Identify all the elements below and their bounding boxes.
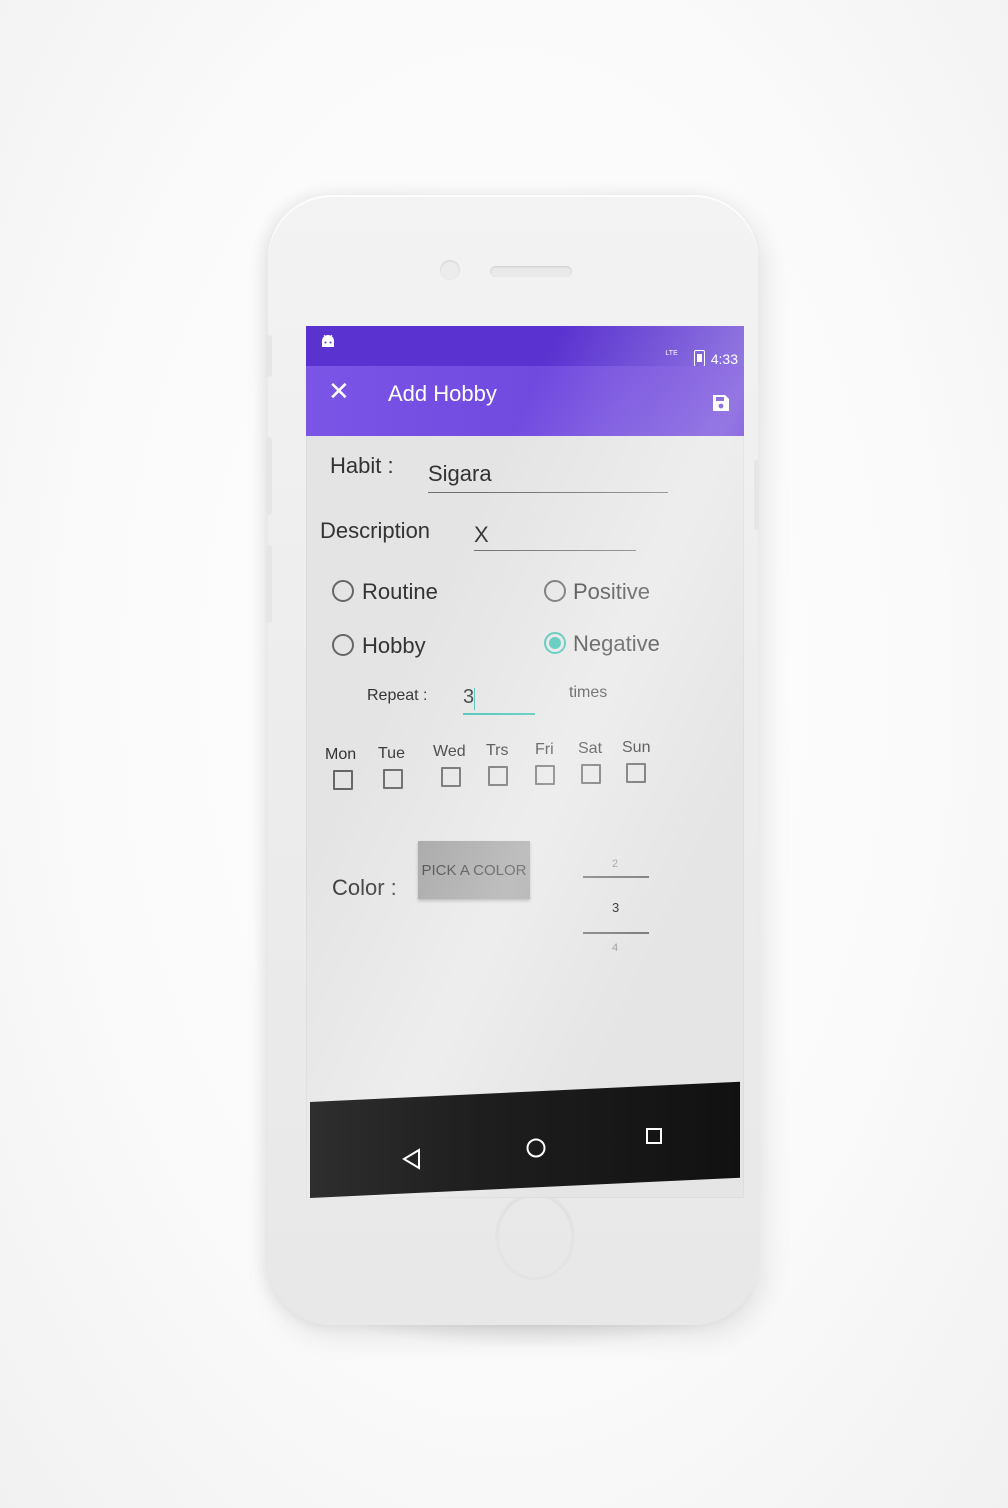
home-button[interactable] — [495, 1192, 575, 1280]
repeat-underline — [463, 713, 535, 715]
checkbox-mon[interactable] — [333, 770, 353, 790]
recent-apps-icon[interactable] — [644, 1126, 664, 1146]
times-label: times — [569, 684, 608, 701]
status-bar: LTE 4:33 — [306, 326, 744, 367]
day-label-tue: Tue — [378, 745, 405, 762]
text-cursor — [474, 688, 475, 710]
app-bar: ✕ Add Hobby — [306, 366, 744, 436]
day-label-fri: Fri — [535, 741, 554, 758]
network-indicator: LTE — [665, 350, 678, 357]
radio-negative[interactable] — [544, 632, 566, 654]
description-label: Description — [320, 518, 431, 543]
description-underline — [474, 550, 636, 551]
day-label-mon: Mon — [325, 746, 357, 763]
status-indicators: LTE 4:33 — [665, 350, 738, 367]
picker-next-value[interactable]: 4 — [612, 942, 618, 954]
radio-hobby-label: Hobby — [362, 633, 426, 658]
radio-hobby[interactable] — [332, 634, 354, 656]
pick-color-button[interactable]: PICK A COLOR — [418, 841, 530, 899]
day-label-sat: Sat — [578, 740, 603, 757]
picker-divider-bottom — [583, 932, 649, 934]
day-label-wed: Wed — [433, 743, 466, 760]
phone-power-button — [754, 460, 759, 530]
checkbox-fri[interactable] — [535, 765, 555, 785]
repeat-label: Repeat : — [367, 687, 428, 704]
day-label-sun: Sun — [622, 739, 651, 756]
radio-routine[interactable] — [332, 580, 354, 602]
phone-side-button — [266, 545, 272, 623]
battery-icon — [693, 350, 705, 367]
front-camera — [440, 260, 460, 280]
radio-negative-label: Negative — [573, 631, 660, 656]
picker-selected-value[interactable]: 3 — [612, 900, 619, 915]
color-label: Color : — [332, 875, 397, 900]
checkbox-sat[interactable] — [581, 764, 601, 784]
habit-input[interactable]: Sigara — [428, 461, 492, 487]
radio-positive-label: Positive — [573, 579, 651, 604]
picker-prev-value[interactable]: 2 — [612, 858, 618, 870]
status-time: 4:33 — [710, 350, 738, 367]
repeat-input[interactable]: 3 — [463, 686, 474, 709]
habit-label: Habit : — [330, 453, 394, 478]
phone-side-button — [266, 437, 272, 515]
save-icon[interactable] — [712, 394, 730, 412]
home-icon[interactable] — [525, 1137, 547, 1159]
back-icon[interactable] — [401, 1148, 421, 1170]
app-screen: LTE 4:33 ✕ Add Hobby Habit : Sigara Desc… — [306, 326, 744, 1198]
description-input[interactable]: X — [474, 522, 489, 548]
day-label-trs: Trs — [486, 742, 509, 759]
checkbox-wed[interactable] — [441, 767, 461, 787]
radio-positive[interactable] — [544, 580, 566, 602]
checkbox-sun[interactable] — [626, 763, 646, 783]
android-icon — [322, 334, 334, 347]
earpiece-speaker — [490, 266, 572, 277]
page-title: Add Hobby — [388, 381, 497, 406]
phone-side-button — [266, 335, 272, 377]
checkbox-trs[interactable] — [488, 766, 508, 786]
habit-underline — [428, 492, 668, 493]
radio-routine-label: Routine — [362, 579, 438, 604]
checkbox-tue[interactable] — [383, 769, 403, 789]
picker-divider-top — [583, 876, 649, 878]
close-icon[interactable]: ✕ — [328, 378, 350, 404]
